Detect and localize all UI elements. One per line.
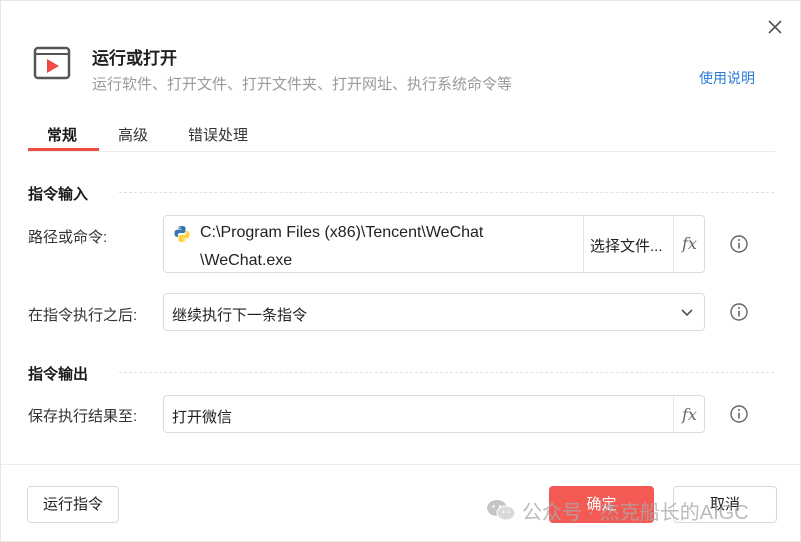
after-execution-value: 继续执行下一条指令 [172, 307, 308, 324]
section-title-input: 指令输入 [28, 186, 89, 203]
path-command-input[interactable]: C:\Program Files (x86)\Tencent\WeChat \W… [163, 215, 705, 273]
choose-file-button[interactable]: 选择文件... [590, 235, 663, 256]
path-label: 路径或命令: [28, 229, 108, 246]
tab-error-handling[interactable]: 错误处理 [188, 124, 248, 145]
dialog-title: 运行或打开 [92, 49, 177, 68]
info-icon[interactable] [729, 302, 749, 322]
info-icon[interactable] [729, 234, 749, 254]
video-play-icon [33, 46, 71, 80]
save-result-label: 保存执行结果至: [28, 408, 138, 425]
close-button[interactable] [764, 16, 786, 38]
confirm-button[interactable]: 确定 [549, 486, 654, 523]
active-tab-indicator [28, 148, 99, 151]
after-execution-label: 在指令执行之后: [28, 307, 138, 324]
help-link[interactable]: 使用说明 [699, 68, 755, 88]
tab-bar: 常规 高级 错误处理 [28, 116, 775, 152]
section-divider [119, 372, 774, 373]
input-divider [583, 216, 584, 272]
input-divider [673, 396, 674, 432]
dialog-subtitle: 运行软件、打开文件、打开文件夹、打开网址、执行系统命令等 [92, 76, 513, 93]
path-value-line2: \WeChat.exe [200, 252, 293, 269]
tab-advanced[interactable]: 高级 [118, 124, 148, 145]
save-result-input[interactable]: 打开微信 fx [163, 395, 705, 433]
footer-divider [1, 464, 801, 465]
run-or-open-dialog: 运行或打开 运行软件、打开文件、打开文件夹、打开网址、执行系统命令等 使用说明 … [0, 0, 801, 542]
input-divider [673, 216, 674, 272]
wechat-icon [487, 500, 516, 521]
section-title-output: 指令输出 [28, 366, 89, 383]
fx-button[interactable]: fx [682, 234, 697, 253]
fx-button[interactable]: fx [682, 405, 697, 424]
chevron-down-icon [681, 309, 693, 317]
python-icon [174, 226, 190, 242]
info-icon[interactable] [729, 404, 749, 424]
run-command-button[interactable]: 运行指令 [27, 486, 119, 523]
cancel-button[interactable]: 取消 [673, 486, 777, 523]
path-value-line1: C:\Program Files (x86)\Tencent\WeChat [200, 224, 484, 241]
section-divider [119, 192, 774, 193]
save-result-value: 打开微信 [172, 409, 233, 426]
close-icon [768, 20, 782, 34]
after-execution-select[interactable]: 继续执行下一条指令 [163, 293, 705, 331]
tab-general[interactable]: 常规 [47, 124, 77, 145]
